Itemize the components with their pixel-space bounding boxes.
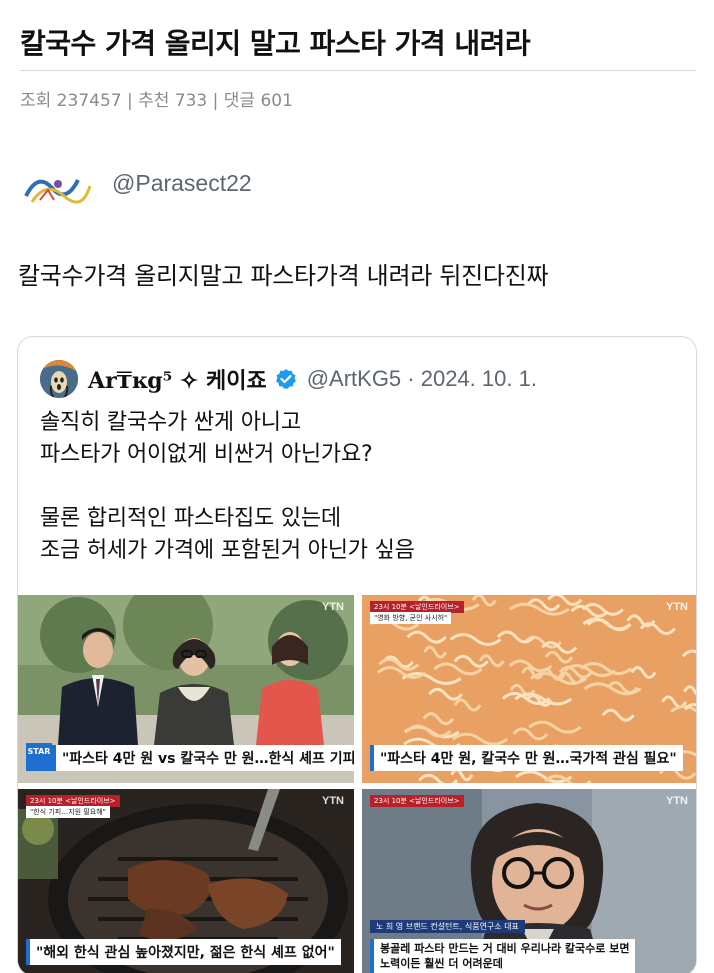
media-caption-line: 봉골레 파스타 만드는 거 대비 우리나라 칼국수로 보면 [380,942,630,955]
media-caption: "해외 한식 관심 높아졌지만, 젊은 한식 셰프 없어" [26,939,341,965]
program-subtag: "영화 방향, 균인 사시허" [370,612,452,624]
media-thumbnail-grill[interactable]: YTN 23시 10분 <날인드라이브> "한식 기피…지원 필요해" "해외 … [18,789,354,973]
quoted-handle-date: @ArtKG5 · 2024. 10. 1. [306,366,537,391]
program-subtag: "한식 기피…지원 필요해" [26,806,110,818]
media-grid: YTN STAR "파스타 4만 원 vs 칼국수 만 원…한식 셰프 기피" … [18,595,696,973]
quoted-body-line: 물론 합리적인 파스타집도 있는데 [40,506,341,531]
ytn-watermark: YTN [666,601,688,613]
media-caption-line: 노력이든 훨씬 더 어려운데 [380,957,503,970]
ytn-watermark: YTN [322,601,344,613]
tweet-handle[interactable]: @Parasect22 [112,170,252,197]
quoted-body-line: 조금 허세가 가격에 포함된거 아닌가 싶음 [40,538,415,563]
media-caption: "파스타 4만 원 vs 칼국수 만 원…한식 셰프 기피" [52,745,354,771]
post-meta: 조회 237457 | 추천 733 | 댓글 601 [20,91,293,111]
media-thumbnail-noodles[interactable]: YTN 23시 10분 <날인드라이브> "영화 방향, 균인 사시허" "파스… [362,595,696,783]
quoted-tweet-card[interactable]: Ar₸ĸg⁵ ✧ 케이죠 @ArtKG5 · 2024. 10. 1. 솔직히 … [17,336,697,973]
quoted-body-line [40,471,415,503]
program-tag: 23시 10분 <날인드라이브> [370,795,464,807]
verified-badge-icon [275,369,296,389]
quoted-user-avatar-icon[interactable] [40,360,78,398]
media-caption: "파스타 4만 원, 칼국수 만 원…국가적 관심 필요" [370,745,683,771]
tweet-text: 칼국수가격 올리지말고 파스타가격 내려라 뒤진다진짜 [18,262,549,290]
post-title: 칼국수 가격 올리지 말고 파스타 가격 내려라 [20,27,531,60]
quoted-tweet-body: 솔직히 칼국수가 싼게 아니고 파스타가 어이없게 비싼거 아닌가요? 물론 합… [40,407,415,567]
ytn-watermark: YTN [666,795,688,807]
title-divider [20,70,696,71]
quoted-display-name[interactable]: Ar₸ĸg⁵ ✧ 케이죠 [88,363,267,395]
media-thumbnail-studio[interactable]: YTN STAR "파스타 4만 원 vs 칼국수 만 원…한식 셰프 기피" [18,595,354,783]
ytn-watermark: YTN [322,795,344,807]
quoted-body-line: 파스타가 어이없게 비싼거 아닌가요? [40,442,373,467]
start-badge: STAR [26,743,52,771]
user-avatar-icon[interactable] [18,166,96,204]
media-thumbnail-interview[interactable]: YTN 23시 10분 <날인드라이브> 노 희 영 브랜드 컨설턴트, 식품연… [362,789,696,973]
quoted-body-line: 솔직히 칼국수가 싼게 아니고 [40,410,301,435]
quoted-tweet-header: Ar₸ĸg⁵ ✧ 케이죠 @ArtKG5 · 2024. 10. 1. [40,359,537,399]
media-caption: 봉골레 파스타 만드는 거 대비 우리나라 칼국수로 보면 노력이든 훨씬 더 … [370,939,636,973]
speaker-name-tag: 노 희 영 브랜드 컨설턴트, 식품연구소 대표 [370,920,525,933]
